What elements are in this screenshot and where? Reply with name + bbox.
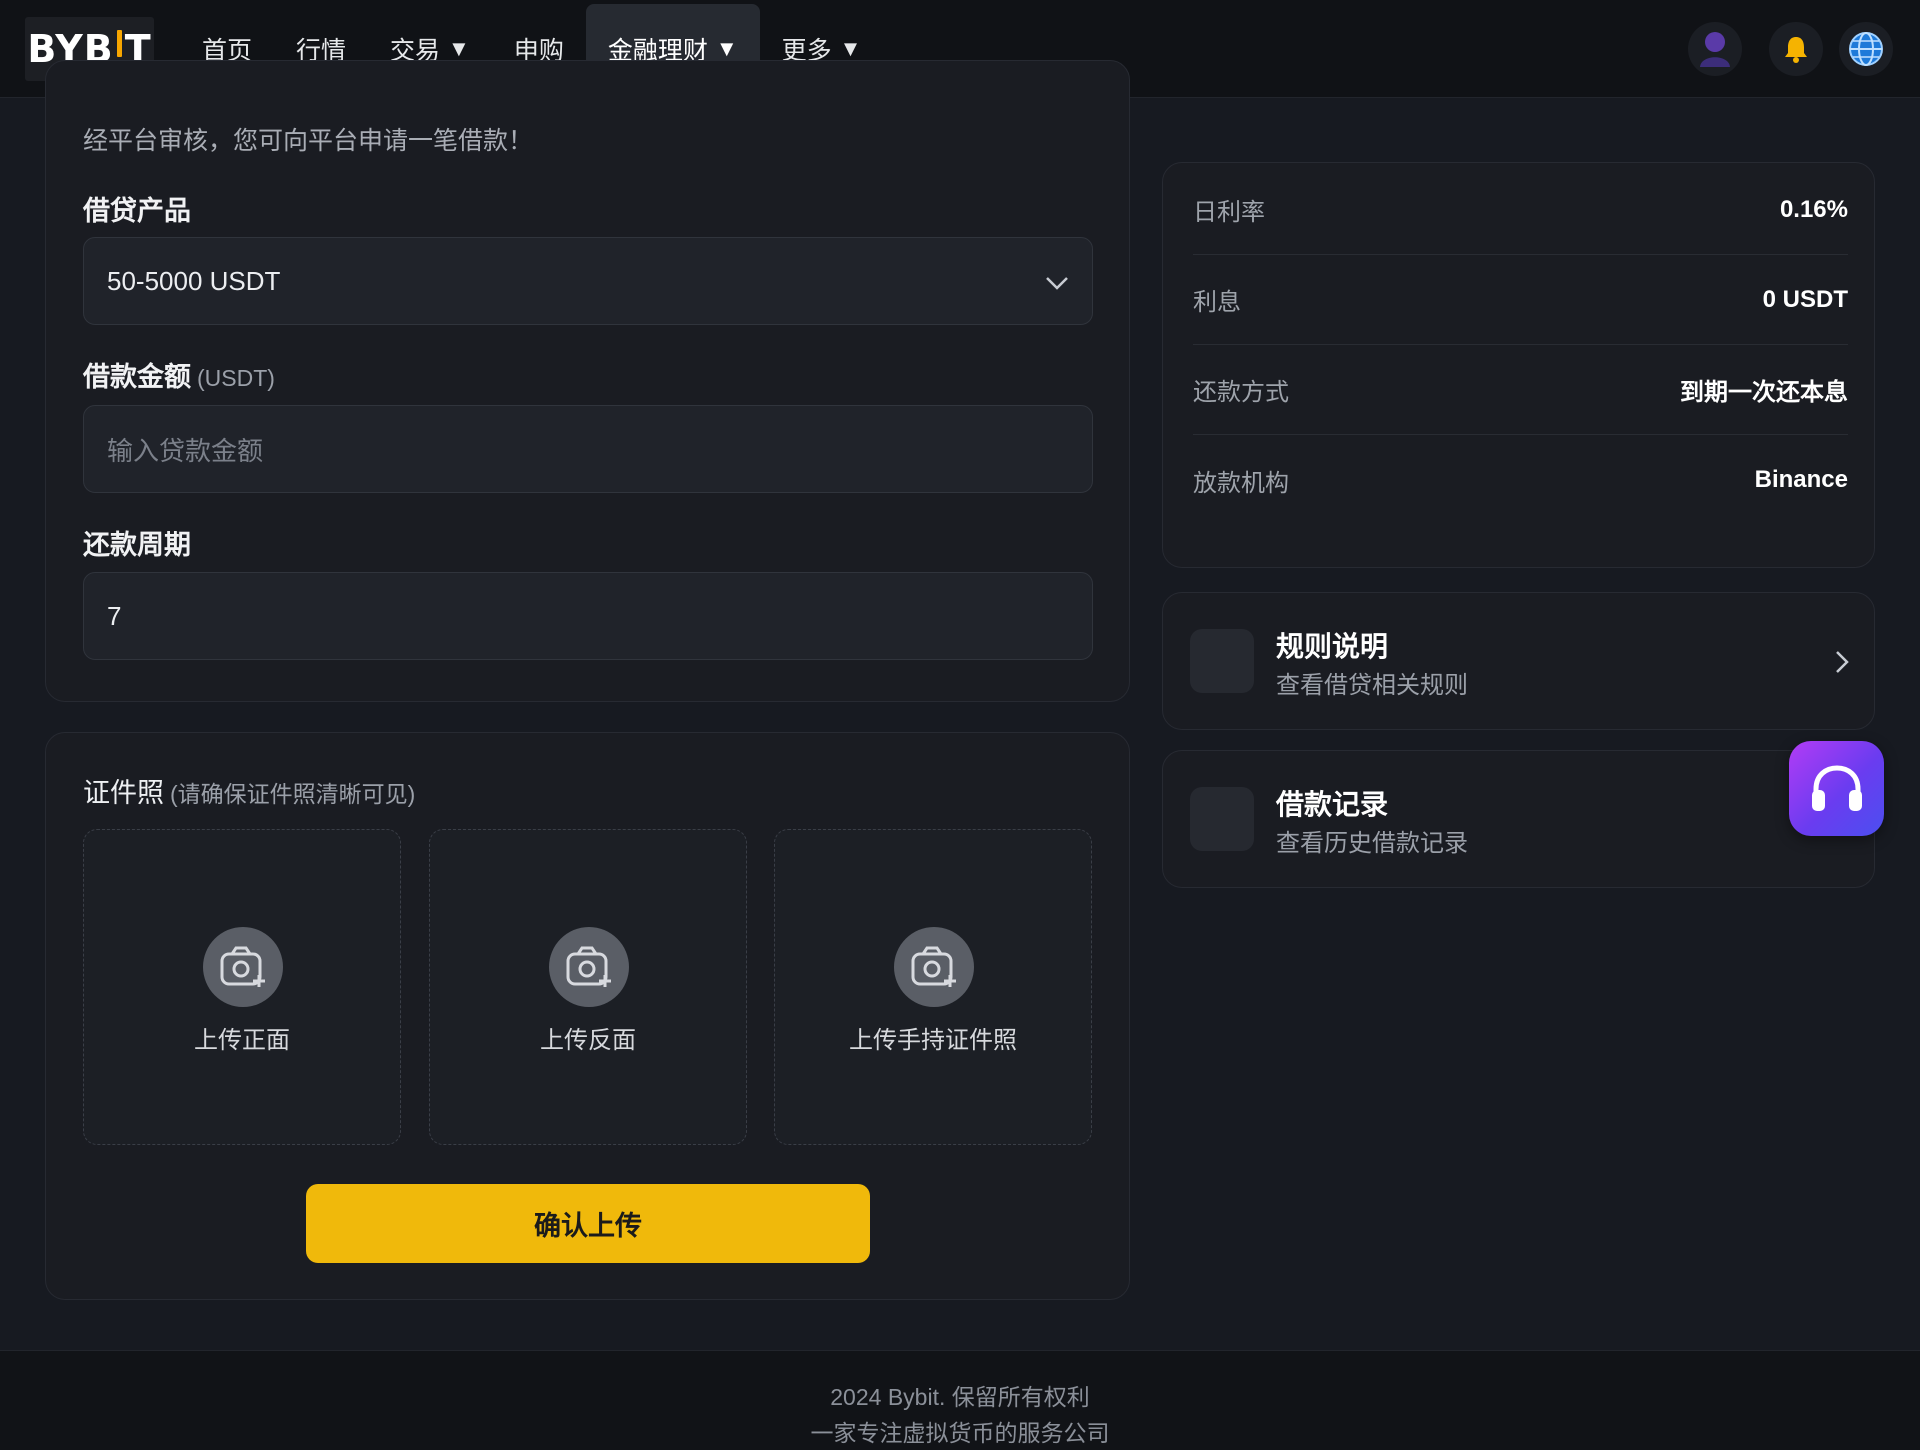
- amount-input[interactable]: 输入贷款金额: [83, 405, 1093, 493]
- upload-back-tile[interactable]: 上传反面: [429, 829, 747, 1145]
- upload-title-text: 证件照: [83, 778, 164, 808]
- language-button[interactable]: [1839, 22, 1893, 76]
- notifications-button[interactable]: [1769, 22, 1823, 76]
- footer: 2024 Bybit. 保留所有权利 一家专注虚拟货币的服务公司: [0, 1350, 1920, 1450]
- upload-front-label: 上传正面: [194, 1027, 290, 1054]
- info-row-repayment: 还款方式 到期一次还本息: [1193, 345, 1848, 435]
- upload-hint: (请确保证件照清晰可见): [170, 781, 416, 807]
- info-row-lender: 放款机构 Binance: [1193, 435, 1848, 525]
- upload-back-label: 上传反面: [540, 1027, 636, 1054]
- amount-unit: (USDT): [197, 365, 275, 391]
- info-value: 到期一次还本息: [1680, 379, 1848, 406]
- amount-label-text: 借款金额: [83, 362, 191, 392]
- bell-icon: [1785, 37, 1807, 63]
- rules-link-card[interactable]: 规则说明 查看借贷相关规则: [1162, 592, 1875, 730]
- customer-support-button[interactable]: [1789, 741, 1884, 836]
- loan-records-link-card[interactable]: 借款记录 查看历史借款记录: [1162, 750, 1875, 888]
- records-title: 借款记录: [1276, 789, 1389, 820]
- product-label: 借贷产品: [83, 196, 191, 226]
- rules-icon: [1190, 629, 1254, 693]
- form-intro: 经平台审核，您可向平台申请一笔借款！: [83, 127, 534, 155]
- info-row-interest: 利息 0 USDT: [1193, 255, 1848, 345]
- confirm-upload-button[interactable]: 确认上传: [306, 1184, 870, 1263]
- info-value: 0.16%: [1779, 195, 1848, 223]
- records-icon: [1190, 787, 1254, 851]
- upload-title: 证件照 (请确保证件照清晰可见): [83, 771, 415, 810]
- loan-form-card: 经平台审核，您可向平台申请一笔借款！ 借贷产品 50-5000 USDT 借款金…: [45, 60, 1130, 702]
- rules-subtitle: 查看借贷相关规则: [1276, 672, 1468, 699]
- records-subtitle: 查看历史借款记录: [1276, 830, 1468, 857]
- product-value: 50-5000 USDT: [107, 265, 281, 296]
- period-value: 7: [107, 600, 122, 631]
- copyright-text: 2024 Bybit. 保留所有权利: [830, 1384, 1090, 1410]
- info-key: 日利率: [1193, 199, 1265, 226]
- camera-add-icon: [549, 927, 629, 1007]
- info-key: 放款机构: [1193, 469, 1289, 497]
- product-select[interactable]: 50-5000 USDT: [83, 237, 1093, 325]
- info-value: Binance: [1754, 466, 1848, 493]
- upload-handheld-label: 上传手持证件照: [849, 1027, 1017, 1054]
- user-icon: [1700, 32, 1730, 67]
- headset-icon: [1811, 764, 1862, 811]
- company-tagline: 一家专注虚拟货币的服务公司: [810, 1420, 1110, 1446]
- camera-add-icon: [203, 927, 283, 1007]
- caret-down-icon: ▼: [839, 36, 862, 61]
- info-key: 利息: [1193, 289, 1241, 316]
- user-avatar-button[interactable]: [1688, 22, 1742, 76]
- period-input[interactable]: 7: [83, 572, 1093, 660]
- id-photo-upload-card: 证件照 (请确保证件照清晰可见) 上传正面 上传反面 上传手持证件照 确认上传: [45, 732, 1130, 1300]
- camera-add-icon: [894, 927, 974, 1007]
- amount-placeholder: 输入贷款金额: [107, 435, 264, 466]
- info-value: 0 USDT: [1762, 285, 1848, 313]
- period-label: 还款周期: [83, 530, 191, 560]
- caret-down-icon: ▼: [715, 36, 738, 61]
- upload-handheld-tile[interactable]: 上传手持证件照: [774, 829, 1092, 1145]
- rules-title: 规则说明: [1276, 631, 1389, 662]
- info-key: 还款方式: [1193, 379, 1289, 406]
- upload-front-tile[interactable]: 上传正面: [83, 829, 401, 1145]
- chevron-right-icon: [1836, 651, 1849, 673]
- chevron-down-icon: [1046, 277, 1068, 290]
- loan-info-card: 日利率 0.16% 利息 0 USDT 还款方式 到期一次还本息 放款机构 Bi…: [1162, 162, 1875, 568]
- caret-down-icon: ▼: [448, 36, 470, 61]
- amount-label: 借款金额 (USDT): [83, 355, 275, 394]
- info-row-daily-rate: 日利率 0.16%: [1193, 165, 1848, 255]
- globe-icon: [1849, 32, 1883, 66]
